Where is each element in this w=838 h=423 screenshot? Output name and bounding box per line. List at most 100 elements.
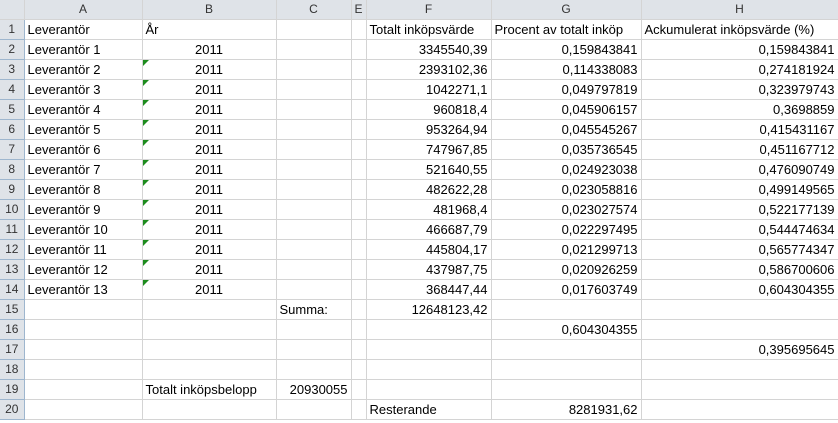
cell-e[interactable] [351,259,367,280]
cell-c[interactable] [276,399,352,420]
cell-f[interactable]: 3345540,39 [366,39,492,60]
cell-a[interactable] [24,319,143,340]
cell-b[interactable] [142,319,277,340]
cell-b[interactable]: 2011 [142,159,277,180]
cell-h[interactable] [641,299,838,320]
row-header[interactable]: 10 [0,199,25,220]
cell-c[interactable] [276,99,352,120]
cell-a[interactable]: Leverantör 8 [24,179,143,200]
row-header[interactable]: 18 [0,359,25,380]
cell-e[interactable] [351,299,367,320]
column-header-a[interactable]: A [24,0,143,20]
cell-c[interactable]: Summa: [276,299,352,320]
cell-e[interactable] [351,59,367,80]
cell-h[interactable]: 0,159843841 [641,39,838,60]
cell-g[interactable]: 0,045545267 [491,119,642,140]
cell-e[interactable] [351,159,367,180]
cell-a[interactable]: Leverantör 10 [24,219,143,240]
cell-b[interactable]: 2011 [142,239,277,260]
cell-f[interactable]: 482622,28 [366,179,492,200]
row-header[interactable]: 20 [0,399,25,420]
cell-e[interactable] [351,319,367,340]
row-header[interactable]: 16 [0,319,25,340]
row-header[interactable]: 15 [0,299,25,320]
cell-b[interactable]: Totalt inköpsbelopp [142,379,277,400]
cell-c[interactable] [276,179,352,200]
cell-g[interactable]: 0,035736545 [491,139,642,160]
cell-h[interactable]: 0,586700606 [641,259,838,280]
column-header-f[interactable]: F [366,0,492,20]
cell-h[interactable]: 0,3698859 [641,99,838,120]
cell-b[interactable]: 2011 [142,139,277,160]
cell-b[interactable]: 2011 [142,119,277,140]
cell-c[interactable] [276,159,352,180]
cell-h[interactable]: 0,499149565 [641,179,838,200]
cell-e[interactable] [351,239,367,260]
cell-c[interactable] [276,39,352,60]
select-all-corner[interactable] [0,0,25,20]
cell-f[interactable] [366,359,492,380]
row-header[interactable]: 5 [0,99,25,120]
cell-f[interactable]: 437987,75 [366,259,492,280]
cell-h[interactable]: 0,476090749 [641,159,838,180]
cell-c[interactable] [276,199,352,220]
column-header-c[interactable]: C [276,0,352,20]
row-header[interactable]: 11 [0,219,25,240]
row-header[interactable]: 2 [0,39,25,60]
cell-c[interactable] [276,139,352,160]
cell-g[interactable]: Procent av totalt inköp [491,19,642,40]
cell-g[interactable] [491,379,642,400]
row-header[interactable]: 7 [0,139,25,160]
cell-c[interactable] [276,219,352,240]
cell-e[interactable] [351,399,367,420]
cell-a[interactable]: Leverantör 7 [24,159,143,180]
cell-e[interactable] [351,19,367,40]
column-header-g[interactable]: G [491,0,642,20]
cell-g[interactable]: 0,023027574 [491,199,642,220]
row-header[interactable]: 19 [0,379,25,400]
row-header[interactable]: 4 [0,79,25,100]
cell-h[interactable]: 0,544474634 [641,219,838,240]
cell-a[interactable]: Leverantör 5 [24,119,143,140]
row-header[interactable]: 9 [0,179,25,200]
cell-h[interactable] [641,319,838,340]
cell-e[interactable] [351,379,367,400]
cell-e[interactable] [351,139,367,160]
cell-h[interactable]: 0,274181924 [641,59,838,80]
cell-a[interactable]: Leverantör 12 [24,259,143,280]
cell-c[interactable] [276,59,352,80]
cell-e[interactable] [351,219,367,240]
cell-h[interactable]: 0,395695645 [641,339,838,360]
cell-b[interactable] [142,399,277,420]
cell-g[interactable]: 0,114338083 [491,59,642,80]
cell-f[interactable]: 466687,79 [366,219,492,240]
cell-f[interactable]: 481968,4 [366,199,492,220]
cell-h[interactable]: 0,415431167 [641,119,838,140]
cell-c[interactable] [276,79,352,100]
cell-f[interactable]: 521640,55 [366,159,492,180]
cell-e[interactable] [351,199,367,220]
cell-f[interactable]: 747967,85 [366,139,492,160]
cell-c[interactable] [276,119,352,140]
row-header[interactable]: 1 [0,19,25,40]
cell-b[interactable] [142,359,277,380]
cell-c[interactable] [276,259,352,280]
cell-b[interactable] [142,299,277,320]
cell-a[interactable] [24,359,143,380]
cell-e[interactable] [351,359,367,380]
cell-c[interactable] [276,319,352,340]
cell-b[interactable]: 2011 [142,219,277,240]
cell-e[interactable] [351,339,367,360]
cell-g[interactable] [491,359,642,380]
cell-b[interactable]: 2011 [142,59,277,80]
cell-g[interactable]: 0,024923038 [491,159,642,180]
cell-c[interactable]: 20930055 [276,379,352,400]
cell-a[interactable]: Leverantör 3 [24,79,143,100]
cell-h[interactable]: 0,323979743 [641,79,838,100]
cell-f[interactable]: 953264,94 [366,119,492,140]
cell-g[interactable] [491,299,642,320]
cell-b[interactable]: 2011 [142,279,277,300]
cell-g[interactable]: 0,020926259 [491,259,642,280]
cell-g[interactable]: 0,604304355 [491,319,642,340]
cell-a[interactable]: Leverantör 13 [24,279,143,300]
